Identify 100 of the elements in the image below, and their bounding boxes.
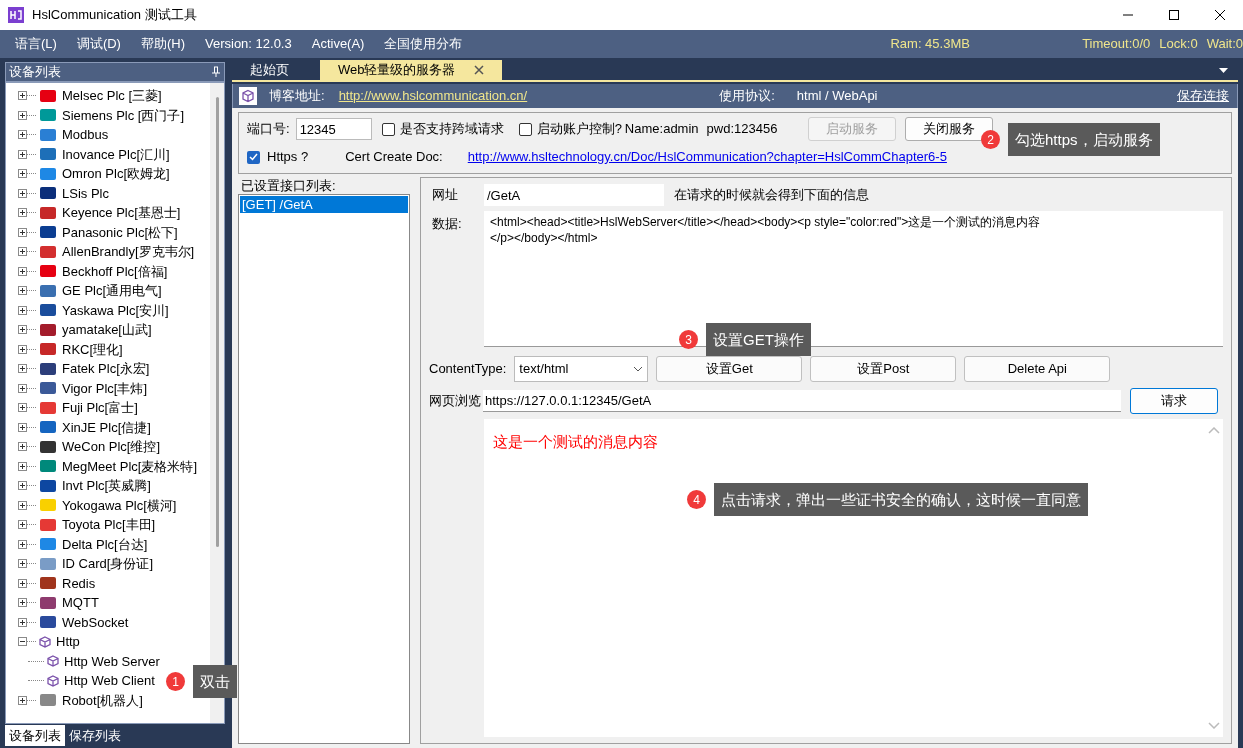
pin-icon [211, 66, 221, 78]
tree-item[interactable]: Fuji Plc[富士] [62, 398, 138, 418]
expand-toggle-icon[interactable] [18, 227, 27, 237]
expand-toggle-icon[interactable] [18, 188, 27, 198]
content-type-dropdown[interactable]: text/html [514, 356, 649, 382]
expand-toggle-icon[interactable] [18, 364, 27, 374]
expand-toggle-icon[interactable] [18, 286, 27, 296]
expand-toggle-icon[interactable] [18, 247, 27, 257]
tree-item[interactable]: Http [56, 632, 80, 652]
checkbox[interactable] [518, 122, 532, 136]
tree-item[interactable]: Keyence Plc[基恩士] [62, 203, 181, 223]
tree-item[interactable]: Vigor Plc[丰炜] [62, 378, 147, 398]
tree-item[interactable]: Melsec Plc [三菱] [62, 86, 162, 106]
expand-toggle-icon[interactable] [18, 325, 27, 335]
tree-item[interactable]: Http Web Server [64, 651, 160, 671]
tree-item[interactable]: Robot[机器人] [62, 690, 143, 710]
tree-item[interactable]: XinJE Plc[信捷] [62, 417, 151, 437]
checkbox[interactable] [247, 150, 260, 164]
tree-item[interactable]: ID Card[身份证] [62, 554, 153, 574]
dropdown-arrow-icon [1219, 68, 1228, 74]
browser-url-field[interactable]: https://127.0.0.1:12345/GetA [483, 390, 1121, 412]
tree-item[interactable]: Invt Plc[英威腾] [62, 476, 151, 496]
expand-toggle-icon[interactable] [18, 91, 27, 101]
callout-note: 点击请求，弹出一些证书安全的确认，这时候一直同意 [714, 483, 1088, 516]
tree-item[interactable]: Http Web Client [64, 671, 155, 691]
url-field[interactable]: /GetA [484, 184, 664, 206]
tree-item[interactable]: MegMeet Plc[麦格米特] [62, 456, 198, 476]
tree-item[interactable]: AllenBrandly[罗克韦尔] [62, 242, 195, 262]
tree-item[interactable]: WebSocket [62, 612, 129, 632]
tree-item[interactable]: Yaskawa Plc[安川] [62, 300, 169, 320]
tree-item[interactable]: MQTT [62, 593, 99, 613]
action-button[interactable]: Delete Api [964, 356, 1111, 382]
menu-item[interactable]: 语言(L) [15, 34, 57, 54]
expand-toggle-icon[interactable] [18, 169, 27, 179]
expand-toggle-icon[interactable] [18, 598, 27, 608]
expand-toggle-icon[interactable] [18, 442, 27, 452]
tree-item[interactable]: Omron Plc[欧姆龙] [62, 164, 170, 184]
expand-toggle-icon[interactable] [18, 208, 27, 218]
expand-toggle-icon[interactable] [18, 266, 27, 276]
expand-toggle-icon[interactable] [18, 110, 27, 120]
tree-item[interactable]: Redis [62, 573, 96, 593]
action-button[interactable]: 设置Get [656, 356, 803, 382]
api-list-item[interactable]: [GET] /GetA [240, 196, 408, 213]
chevron-up-icon [1208, 427, 1220, 434]
checkbox[interactable] [381, 122, 395, 136]
port-label: 端口号: [247, 120, 290, 139]
expand-toggle-icon[interactable] [18, 403, 27, 413]
tree-item[interactable]: Siemens Plc [西门子] [62, 105, 185, 125]
menu-item[interactable]: 帮助(H) [140, 34, 185, 54]
blog-link[interactable]: http://www.hslcommunication.cn/ [338, 86, 528, 106]
tree-item[interactable]: Inovance Plc[汇川] [62, 144, 170, 164]
tree-item[interactable]: RKC[理化] [62, 339, 123, 359]
expand-toggle-icon[interactable] [18, 422, 27, 432]
save-connection-link[interactable]: 保存连接 [1177, 86, 1229, 106]
expand-toggle-icon[interactable] [18, 481, 27, 491]
expand-toggle-icon[interactable] [18, 305, 27, 315]
expand-toggle-icon[interactable] [18, 383, 27, 393]
tree-item[interactable]: Modbus [62, 125, 109, 145]
document-tab[interactable]: 起始页 [234, 60, 320, 80]
tree-item[interactable]: LSis Plc [62, 183, 109, 203]
expand-toggle-icon[interactable] [18, 461, 27, 471]
minimize-icon [1123, 14, 1133, 16]
window-title: HslCommunication 测试工具 [32, 6, 197, 25]
expand-toggle-icon[interactable] [18, 539, 27, 549]
expand-toggle-icon[interactable] [18, 520, 27, 530]
expand-toggle-icon[interactable] [18, 559, 27, 569]
callout-note: 勾选https，启动服务 [1008, 123, 1160, 156]
expand-toggle-icon[interactable] [18, 578, 27, 588]
request-button[interactable]: 请求 [1130, 388, 1218, 414]
panel-tab[interactable]: 保存列表 [65, 725, 125, 746]
tree-item[interactable]: Yokogawa Plc[横河] [62, 495, 177, 515]
checkbox-label: 是否支持跨域请求 [399, 120, 504, 139]
tree-item[interactable]: Beckhoff Plc[倍福] [62, 261, 168, 281]
account-name: Name:admin [624, 120, 699, 139]
menu-item[interactable]: Active(A) [311, 34, 365, 54]
expand-toggle-icon[interactable] [18, 500, 27, 510]
cert-doc-link[interactable]: http://www.hsltechnology.cn/Doc/HslCommunication?chapter=HslCommChapter6-5 [467, 147, 947, 167]
tree-item[interactable]: Toyota Plc[丰田] [62, 515, 156, 535]
expand-toggle-icon[interactable] [18, 637, 27, 647]
menu-item[interactable]: Version: 12.0.3 [205, 34, 292, 54]
tree-item[interactable]: WeCon Plc[维控] [62, 437, 160, 457]
menu-item[interactable]: 全国使用分布 [384, 34, 463, 54]
expand-toggle-icon[interactable] [18, 344, 27, 354]
action-button[interactable]: 设置Post [810, 356, 957, 382]
tree-item[interactable]: yamatake[山武] [62, 320, 152, 340]
expand-toggle-icon[interactable] [18, 617, 27, 627]
tree-item[interactable]: Delta Plc[台达] [62, 534, 148, 554]
menu-item[interactable]: 调试(D) [76, 34, 121, 54]
expand-toggle-icon[interactable] [18, 130, 27, 140]
expand-toggle-icon[interactable] [18, 695, 27, 705]
panel-title: 设备列表 [9, 63, 61, 82]
panel-tab[interactable]: 设备列表 [5, 725, 65, 746]
port-field[interactable]: 12345 [295, 118, 372, 140]
tree-item[interactable]: Fatek Plc[永宏] [62, 359, 150, 379]
wait-status: Wait:0 [1206, 35, 1243, 54]
tree-item[interactable]: Panasonic Plc[松下] [62, 222, 178, 242]
document-tab[interactable]: Web轻量级的服务器 [320, 60, 502, 80]
expand-toggle-icon[interactable] [18, 149, 27, 159]
checkmark-icon [249, 153, 258, 161]
tree-item[interactable]: GE Plc[通用电气] [62, 281, 162, 301]
